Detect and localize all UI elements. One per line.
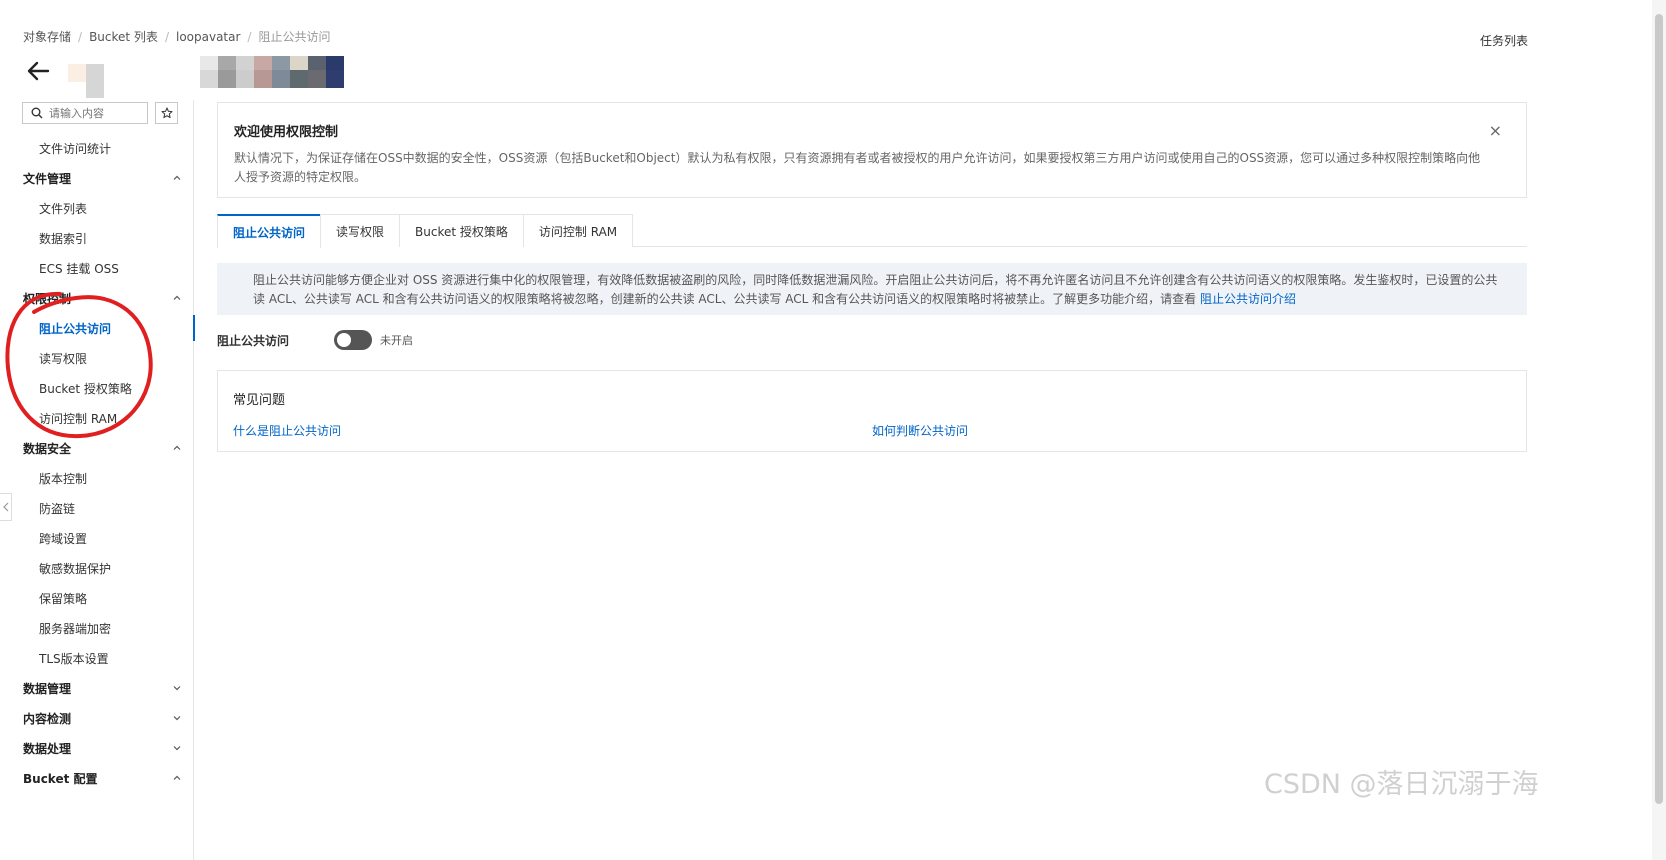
sidebar-item-2[interactable]: 文件列表 — [0, 193, 194, 223]
sidebar-group-19[interactable]: 内容检测 — [0, 703, 194, 733]
info-notice: 阻止公共访问能够方便企业对 OSS 资源进行集中化的权限管理，有效降低数据被盗刷… — [217, 263, 1527, 315]
sidebar-item-3[interactable]: 数据索引 — [0, 223, 194, 253]
watermark: CSDN @落日沉溺于海 — [1264, 769, 1539, 800]
breadcrumb-separator: / — [78, 29, 83, 44]
sidebar-group-1[interactable]: 文件管理 — [0, 163, 194, 193]
close-icon[interactable]: × — [1489, 121, 1502, 140]
sidebar: 文件访问统计文件管理文件列表数据索引ECS 挂载 OSS权限控制阻止公共访问读写… — [0, 100, 195, 860]
chevron-up-icon — [173, 445, 181, 450]
sidebar-item-ecs-oss[interactable]: ECS 挂载 OSS — [0, 253, 194, 283]
sidebar-label: TLS版本设置 — [39, 651, 109, 666]
sidebar-label: 保留策略 — [39, 591, 88, 606]
blurred-bucket-icon — [68, 64, 104, 98]
chevron-up-icon — [173, 175, 181, 180]
chevron-down-icon — [173, 746, 181, 751]
sidebar-item-tls[interactable]: TLS版本设置 — [0, 643, 194, 673]
chevron-down-icon — [173, 716, 181, 721]
sidebar-label: 敏感数据保护 — [39, 561, 112, 576]
welcome-text: 默认情况下，为保证存储在OSS中数据的安全性，OSS资源（包括Bucket和Ob… — [234, 151, 1481, 184]
toggle-state-text: 未开启 — [380, 334, 413, 347]
sidebar-label: 文件管理 — [23, 171, 72, 186]
breadcrumb-current: 阻止公共访问 — [258, 30, 331, 44]
info-text: 阻止公共访问能够方便企业对 OSS 资源进行集中化的权限管理，有效降低数据被盗刷… — [253, 273, 1498, 306]
sidebar-item-15[interactable]: 保留策略 — [0, 583, 194, 613]
sidebar-label: 数据处理 — [23, 741, 72, 756]
breadcrumb-separator: / — [247, 29, 252, 44]
sidebar-label: 服务器端加密 — [39, 621, 112, 636]
block-public-access-label: 阻止公共访问 — [217, 333, 290, 348]
back-arrow-icon[interactable] — [26, 60, 50, 82]
toggle-knob — [337, 333, 351, 347]
sidebar-search-input[interactable] — [49, 106, 139, 120]
chevron-up-icon — [173, 775, 181, 780]
scrollbar-thumb[interactable] — [1655, 14, 1663, 804]
breadcrumb-link-oss[interactable]: 对象存储 — [23, 28, 71, 45]
sidebar-item-0[interactable]: 文件访问统计 — [0, 133, 194, 163]
welcome-panel: 欢迎使用权限控制 默认情况下，为保证存储在OSS中数据的安全性，OSS资源（包括… — [217, 102, 1527, 198]
sidebar-label: 内容检测 — [23, 711, 72, 726]
faq-links: 什么是阻止公共访问 如何判断公共访问 — [233, 422, 1511, 439]
sidebar-group-bucket[interactable]: Bucket 配置 — [0, 763, 194, 793]
block-public-access-row: 阻止公共访问 未开启 — [217, 330, 413, 350]
permission-tabs: 阻止公共访问 读写权限 Bucket 授权策略 访问控制 RAM — [217, 214, 1527, 248]
info-link[interactable]: 阻止公共访问介绍 — [1200, 292, 1296, 306]
breadcrumb-link-bucket[interactable]: loopavatar — [176, 30, 240, 44]
chevron-up-icon — [173, 295, 181, 300]
page-scrollbar[interactable] — [1652, 0, 1666, 860]
favorite-star-button[interactable] — [155, 102, 178, 124]
sidebar-item-11[interactable]: 版本控制 — [0, 463, 194, 493]
sidebar-label: 跨域设置 — [39, 531, 88, 546]
faq-link-what-is[interactable]: 什么是阻止公共访问 — [233, 422, 872, 439]
faq-title: 常见问题 — [233, 393, 286, 408]
chevron-left-icon — [2, 502, 8, 512]
tab-access-control-ram[interactable]: 访问控制 RAM — [522, 214, 634, 247]
sidebar-label: 文件列表 — [39, 201, 88, 216]
sidebar-collapse-handle[interactable] — [0, 493, 12, 521]
breadcrumb-link-bucket-list[interactable]: Bucket 列表 — [89, 28, 158, 45]
tab-read-write-permission[interactable]: 读写权限 — [320, 214, 401, 247]
faq-panel: 常见问题 什么是阻止公共访问 如何判断公共访问 — [217, 370, 1527, 452]
task-list-link[interactable]: 任务列表 — [1480, 32, 1528, 49]
sidebar-label: 版本控制 — [39, 471, 88, 486]
sidebar-label: 防盗链 — [39, 501, 76, 516]
star-icon — [161, 107, 172, 119]
search-icon — [31, 107, 43, 119]
sidebar-item-12[interactable]: 防盗链 — [0, 493, 194, 523]
sidebar-label: 数据索引 — [39, 231, 88, 246]
blurred-bucket-name-row2 — [200, 70, 344, 88]
sidebar-nav: 文件访问统计 文件管理 文件列表 数据索引 ECS 挂载 OSS 权限控制 阻止公共访问 读写… — [0, 133, 195, 793]
chevron-down-icon — [173, 686, 181, 691]
sidebar-label: Bucket 配置 — [23, 771, 98, 786]
sidebar-label: ECS 挂载 OSS — [39, 261, 119, 276]
welcome-title: 欢迎使用权限控制 — [234, 125, 339, 140]
sidebar-label: 文件访问统计 — [39, 141, 112, 156]
red-annotation-circle — [5, 291, 153, 439]
breadcrumb-separator: / — [164, 29, 169, 44]
faq-link-how-to-judge[interactable]: 如何判断公共访问 — [872, 422, 968, 439]
sidebar-item-14[interactable]: 敏感数据保护 — [0, 553, 194, 583]
tab-block-public-access[interactable]: 阻止公共访问 — [217, 214, 322, 248]
sidebar-item-13[interactable]: 跨域设置 — [0, 523, 194, 553]
sidebar-item-16[interactable]: 服务器端加密 — [0, 613, 194, 643]
sidebar-search-box[interactable] — [22, 102, 148, 124]
sidebar-label: 数据管理 — [23, 681, 72, 696]
tab-bucket-policy[interactable]: Bucket 授权策略 — [399, 214, 524, 247]
sidebar-group-18[interactable]: 数据管理 — [0, 673, 194, 703]
breadcrumb: 对象存储 / Bucket 列表 / loopavatar / 阻止公共访问 — [23, 28, 330, 45]
sidebar-group-20[interactable]: 数据处理 — [0, 733, 194, 763]
block-public-access-toggle[interactable] — [334, 330, 372, 350]
